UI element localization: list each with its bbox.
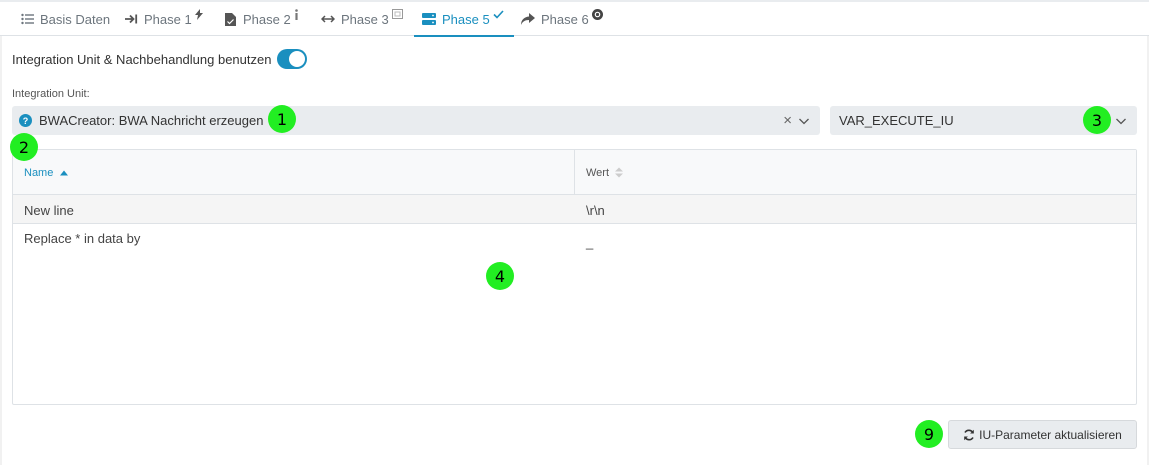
tab-phase-2[interactable]: Phase 2 (223, 2, 299, 36)
arrow-right-bar-icon (124, 12, 138, 26)
tab-phase-5[interactable]: Phase 5 (414, 2, 514, 37)
tab-basis-daten[interactable]: Basis Daten (20, 2, 110, 36)
variable-value: VAR_EXECUTE_IU (839, 113, 954, 128)
box-icon (391, 9, 403, 19)
phase-tabs: Basis Daten Phase 1 Phase 2 Phase 3 Phas… (0, 2, 1149, 37)
marker-badge: 3 (1083, 106, 1111, 134)
circle-badge-icon (591, 8, 603, 20)
parameter-table: Name Wert New line \r\n Replace * in dat… (12, 149, 1137, 405)
refresh-button-label: IU-Parameter aktualisieren (979, 427, 1122, 442)
sort-asc-icon (60, 170, 69, 176)
info-icon (294, 8, 299, 20)
column-wert-label: Wert (586, 166, 610, 179)
column-header-wert[interactable]: Wert (586, 150, 624, 195)
cell-value: _ (586, 235, 594, 250)
tab-label: Phase 5 (442, 11, 490, 27)
clear-icon[interactable]: × (783, 112, 792, 129)
arrows-horizontal-icon (321, 12, 335, 26)
toggle-knob (289, 51, 306, 67)
refresh-icon (963, 429, 975, 441)
chevron-down-icon[interactable] (798, 115, 810, 127)
tab-phase-3[interactable]: Phase 3 (321, 2, 403, 36)
file-icon (223, 12, 237, 26)
chevron-down-icon[interactable] (1115, 115, 1127, 127)
tab-phase-1[interactable]: Phase 1 (124, 2, 203, 36)
server-icon (422, 12, 436, 26)
tab-label: Phase 6 (541, 11, 589, 27)
tab-phase-6[interactable]: Phase 6 (521, 2, 603, 36)
list-icon (20, 12, 34, 26)
integration-unit-select[interactable]: ? BWACreator: BWA Nachricht erzeugen × (12, 106, 820, 135)
panel-left-edge (0, 36, 2, 465)
tab-label: Basis Daten (40, 11, 111, 27)
marker-badge: 1 (268, 105, 296, 133)
integration-toggle-row: Integration Unit & Nachbehandlung benutz… (12, 48, 308, 70)
marker-badge: 2 (10, 133, 38, 161)
cell-value: \r\n (586, 203, 605, 218)
marker-badge: 4 (486, 262, 514, 290)
column-name-label: Name (24, 166, 54, 179)
integration-unit-label: Integration Unit: (12, 88, 90, 100)
check-icon (493, 9, 504, 19)
sort-icon (615, 167, 624, 178)
marker-badge: 9 (915, 420, 943, 448)
refresh-parameters-button[interactable]: IU-Parameter aktualisieren (948, 420, 1137, 449)
integration-toggle[interactable] (277, 49, 308, 69)
tab-label: Phase 3 (341, 11, 389, 27)
cell-name: Replace * in data by (24, 231, 141, 246)
tab-label: Phase 2 (243, 11, 291, 27)
share-arrow-icon (521, 12, 535, 26)
table-row[interactable]: New line \r\n (13, 195, 1136, 224)
table-row[interactable]: Replace * in data by _ (13, 224, 1136, 253)
integration-unit-value: BWACreator: BWA Nachricht erzeugen (39, 113, 264, 128)
toggle-label: Integration Unit & Nachbehandlung benutz… (12, 51, 272, 67)
tab-label: Phase 1 (144, 11, 192, 27)
cell-name: New line (24, 203, 74, 218)
bolt-icon (194, 8, 203, 20)
question-icon: ? (19, 114, 32, 127)
